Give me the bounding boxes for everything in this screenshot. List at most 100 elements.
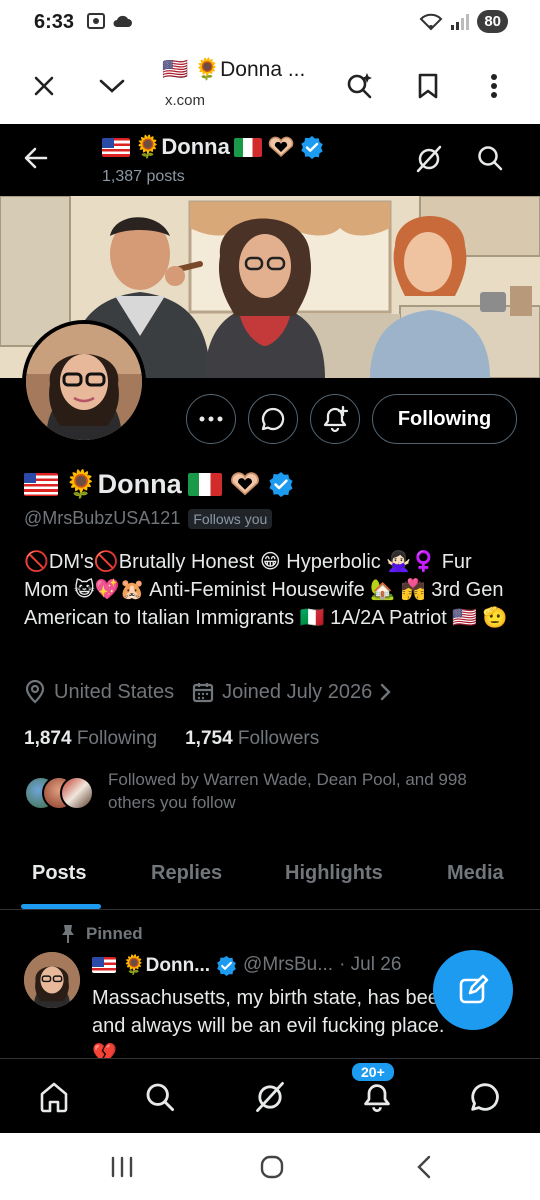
location-text: United States [54,680,175,703]
back-chevron-icon [417,1155,431,1179]
browser-url[interactable]: x.com [165,92,205,109]
tab-posts[interactable]: Posts [32,862,86,885]
followers-label: Followers [237,728,320,749]
ai-search-button[interactable] [340,66,380,106]
post-author-name[interactable]: 🌻Donn... [122,953,210,977]
italy-flag-icon [233,137,262,157]
profile-name-text: 🌻Donna [64,469,182,499]
home-icon [40,1082,68,1113]
notifications-badge: 20+ [350,1061,396,1083]
status-time: 6:33 [34,11,75,33]
recents-icon [111,1156,133,1178]
calendar-icon [192,683,214,703]
back-system-button[interactable] [410,1153,438,1181]
browser-menu-button[interactable] [474,66,514,106]
nav-notifications[interactable] [357,1077,397,1117]
profile-bio: 🚫DM's🚫Brutally Honest 😁 Hyperbolic 🙅🏻‍♀️… [24,551,508,629]
profile-page: 🌻Donna 1,387 posts Following 🌻Donna @Mrs… [0,124,540,1133]
tab-replies[interactable]: Replies [151,862,222,885]
pinned-label: Pinned [86,924,143,943]
minimize-tab-button[interactable] [92,66,132,106]
bookmark-button[interactable] [408,66,448,106]
back-button[interactable] [22,144,50,177]
location-pin-icon [25,680,45,704]
signal-icon [451,13,470,30]
recents-button[interactable] [108,1153,136,1181]
header-name-text: 🌻Donna [134,134,230,159]
screenshot-icon [87,13,105,29]
wifi-icon [419,13,443,30]
pinned-label-row: Pinned [60,924,143,944]
followed-by-avatars [24,776,94,812]
notifications-subscribe-button[interactable] [310,394,360,444]
profile-meta: United States Joined July 2026 [24,680,392,704]
bottom-navigation: 20+ [0,1058,540,1133]
chat-bubble-icon [261,407,285,431]
cloud-icon [113,15,132,27]
browser-page-title: 🇺🇸 🌻Donna ... [162,58,306,81]
post-date[interactable]: · Jul 26 [339,954,401,976]
pin-icon [62,925,74,943]
profile-joined[interactable]: Joined July 2026 [192,681,392,704]
status-notification-icons [86,12,132,30]
header-posts-count: 1,387 posts [102,168,185,185]
follow-counts: 1,874 Following 1,754 Followers [24,728,319,750]
followers-count-link[interactable]: 1,754 Followers [185,728,319,750]
nav-grok[interactable] [250,1077,290,1117]
profile-location: United States [24,680,174,704]
nav-messages[interactable] [465,1077,505,1117]
profile-avatar[interactable] [22,320,146,444]
system-navigation-bar [0,1133,540,1200]
followed-by-row[interactable]: Followed by Warren Wade, Dean Pool, and … [24,768,524,816]
compose-icon [459,974,489,1004]
messages-icon [471,1083,499,1111]
post-avatar-photo [24,952,80,1008]
us-flag-icon [102,137,130,157]
close-icon [34,76,54,96]
tab-highlights[interactable]: Highlights [285,862,383,885]
nav-search[interactable] [140,1077,180,1117]
post-author-handle: @MrsBu... [243,954,334,975]
avatar-photo [26,324,142,440]
following-button[interactable]: Following [372,394,517,444]
grok-chat-button[interactable] [248,394,298,444]
profile-search-button[interactable] [476,144,504,177]
verified-badge-icon [301,136,323,159]
profile-display-name: 🌻Donna [24,468,294,500]
us-flag-icon [24,472,58,496]
post-author-avatar[interactable] [24,952,80,1008]
chevron-down-icon [99,79,125,93]
compose-post-button[interactable] [433,950,513,1030]
following-count: 1,874 [24,728,72,749]
home-system-button[interactable] [258,1153,286,1181]
follows-you-badge: Follows you [188,508,273,529]
close-tab-button[interactable] [24,66,64,106]
tab-media[interactable]: Media [447,862,504,885]
notifications-icon [364,1084,390,1112]
browser-toolbar: 🇺🇸 🌻Donna ... x.com [0,46,540,124]
following-count-link[interactable]: 1,874 Following [24,728,157,750]
follower-avatar [60,776,94,810]
bookmark-icon [418,73,438,99]
nav-home[interactable] [34,1077,74,1117]
search-icon [146,1083,174,1111]
us-flag-icon [92,957,116,973]
battery-indicator: 80 [477,10,508,33]
verified-badge-icon [217,955,236,976]
heart-hands-icon [268,136,294,158]
grok-icon [256,1081,284,1113]
heart-hands-icon [230,472,259,496]
status-bar: 6:33 80 [0,0,540,46]
grok-button[interactable] [414,144,444,179]
chevron-right-icon [381,683,391,701]
post-header: 🌻Donn... @MrsBu... · Jul 26 [92,953,401,977]
more-horizontal-icon [199,416,223,422]
grok-icon [416,145,442,173]
joined-text: Joined July 2026 [222,680,373,703]
handle-row: @MrsBubzUSA121 Follows you [24,508,273,529]
verified-badge-icon[interactable] [268,471,294,497]
post-text[interactable]: Massachusetts, my birth state, has been … [92,984,472,1068]
bell-plus-icon [323,405,349,433]
more-options-button[interactable] [186,394,236,444]
home-circle-icon [260,1155,284,1179]
